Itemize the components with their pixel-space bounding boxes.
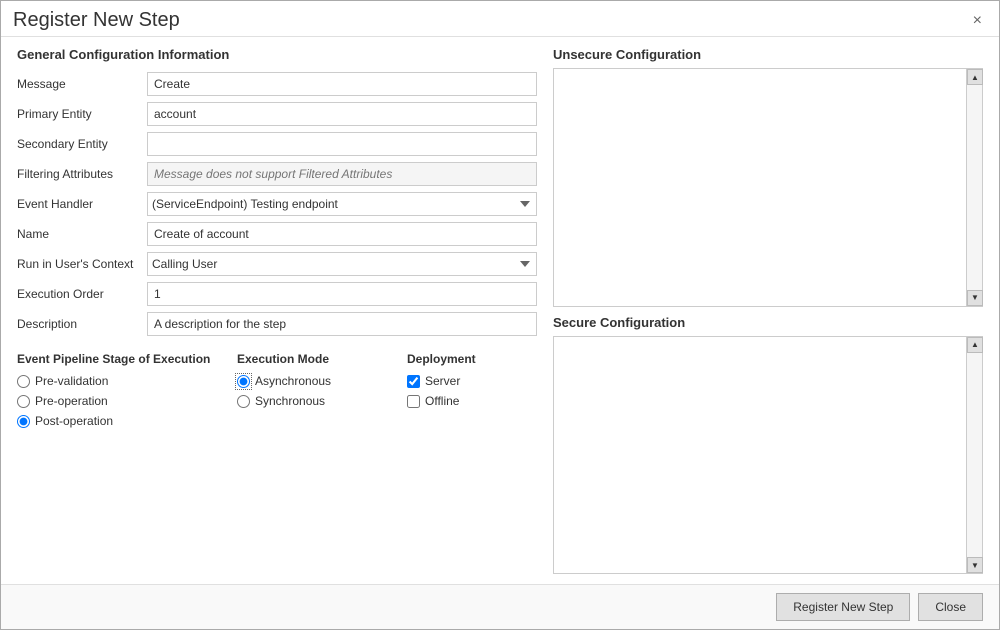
secure-scroll-up[interactable]: ▲: [967, 337, 983, 353]
message-label: Message: [17, 77, 147, 91]
exec-mode-group: Execution Mode Asynchronous Synchronous: [237, 352, 387, 434]
description-input[interactable]: [147, 312, 537, 336]
synchronous-radio[interactable]: [237, 395, 250, 408]
secondary-entity-row: Secondary Entity: [17, 132, 537, 156]
unsecure-config-box: ▲ ▼: [553, 68, 983, 307]
secure-scroll-down[interactable]: ▼: [967, 557, 983, 573]
asynchronous-row: Asynchronous: [237, 374, 387, 388]
pipeline-title: Event Pipeline Stage of Execution: [17, 352, 217, 366]
offline-label[interactable]: Offline: [425, 394, 459, 408]
secondary-entity-label: Secondary Entity: [17, 137, 147, 151]
synchronous-row: Synchronous: [237, 394, 387, 408]
exec-mode-title: Execution Mode: [237, 352, 387, 366]
server-row: Server: [407, 374, 527, 388]
right-panel: Unsecure Configuration ▲ ▼ Secure Config…: [553, 47, 983, 574]
name-label: Name: [17, 227, 147, 241]
post-operation-row: Post-operation: [17, 414, 217, 428]
secondary-entity-input[interactable]: [147, 132, 537, 156]
filtering-attributes-row: Filtering Attributes: [17, 162, 537, 186]
run-in-users-context-row: Run in User's Context Calling User: [17, 252, 537, 276]
titlebar-close-button[interactable]: ×: [968, 11, 987, 31]
unsecure-scroll-up[interactable]: ▲: [967, 69, 983, 85]
title-bar: Register New Step ×: [1, 1, 999, 37]
offline-row: Offline: [407, 394, 527, 408]
execution-order-input[interactable]: [147, 282, 537, 306]
description-label: Description: [17, 317, 147, 331]
execution-order-label: Execution Order: [17, 287, 147, 301]
pre-operation-row: Pre-operation: [17, 394, 217, 408]
bottom-section: Event Pipeline Stage of Execution Pre-va…: [17, 352, 537, 434]
deployment-title: Deployment: [407, 352, 527, 366]
unsecure-scroll-down[interactable]: ▼: [967, 290, 983, 306]
asynchronous-radio[interactable]: [237, 375, 250, 388]
server-checkbox[interactable]: [407, 375, 420, 388]
primary-entity-input[interactable]: [147, 102, 537, 126]
message-input[interactable]: [147, 72, 537, 96]
server-label[interactable]: Server: [425, 374, 460, 388]
primary-entity-label: Primary Entity: [17, 107, 147, 121]
message-row: Message: [17, 72, 537, 96]
offline-checkbox[interactable]: [407, 395, 420, 408]
primary-entity-row: Primary Entity: [17, 102, 537, 126]
unsecure-scrollbar: ▲ ▼: [966, 69, 982, 306]
asynchronous-label[interactable]: Asynchronous: [255, 374, 331, 388]
name-row: Name: [17, 222, 537, 246]
dialog-body: General Configuration Information Messag…: [1, 37, 999, 584]
close-button[interactable]: Close: [918, 593, 983, 621]
secure-config-box: ▲ ▼: [553, 336, 983, 575]
unsecure-config-section: Unsecure Configuration ▲ ▼: [553, 47, 983, 307]
post-operation-radio[interactable]: [17, 415, 30, 428]
pre-operation-label[interactable]: Pre-operation: [35, 394, 108, 408]
pre-validation-label[interactable]: Pre-validation: [35, 374, 108, 388]
general-config-title: General Configuration Information: [17, 47, 537, 62]
secure-scrollbar: ▲ ▼: [966, 337, 982, 574]
description-row: Description: [17, 312, 537, 336]
deployment-group: Deployment Server Offline: [407, 352, 527, 434]
run-in-users-context-label: Run in User's Context: [17, 257, 147, 271]
unsecure-config-title: Unsecure Configuration: [553, 47, 983, 62]
dialog-footer: Register New Step Close: [1, 584, 999, 629]
pipeline-group: Event Pipeline Stage of Execution Pre-va…: [17, 352, 217, 434]
name-input[interactable]: [147, 222, 537, 246]
pre-validation-radio[interactable]: [17, 375, 30, 388]
post-operation-label[interactable]: Post-operation: [35, 414, 113, 428]
synchronous-label[interactable]: Synchronous: [255, 394, 325, 408]
pre-validation-row: Pre-validation: [17, 374, 217, 388]
left-panel: General Configuration Information Messag…: [17, 47, 537, 574]
event-handler-select[interactable]: (ServiceEndpoint) Testing endpoint: [147, 192, 537, 216]
secure-config-title: Secure Configuration: [553, 315, 983, 330]
secure-config-textarea[interactable]: [554, 337, 966, 574]
execution-order-row: Execution Order: [17, 282, 537, 306]
event-handler-label: Event Handler: [17, 197, 147, 211]
dialog-title: Register New Step: [13, 9, 180, 32]
pre-operation-radio[interactable]: [17, 395, 30, 408]
run-in-users-context-select[interactable]: Calling User: [147, 252, 537, 276]
secure-config-section: Secure Configuration ▲ ▼: [553, 315, 983, 575]
unsecure-config-textarea[interactable]: [554, 69, 966, 306]
register-new-step-dialog: Register New Step × General Configuratio…: [0, 0, 1000, 630]
event-handler-row: Event Handler (ServiceEndpoint) Testing …: [17, 192, 537, 216]
filtering-attributes-input[interactable]: [147, 162, 537, 186]
filtering-attributes-label: Filtering Attributes: [17, 167, 147, 181]
register-new-step-button[interactable]: Register New Step: [776, 593, 910, 621]
